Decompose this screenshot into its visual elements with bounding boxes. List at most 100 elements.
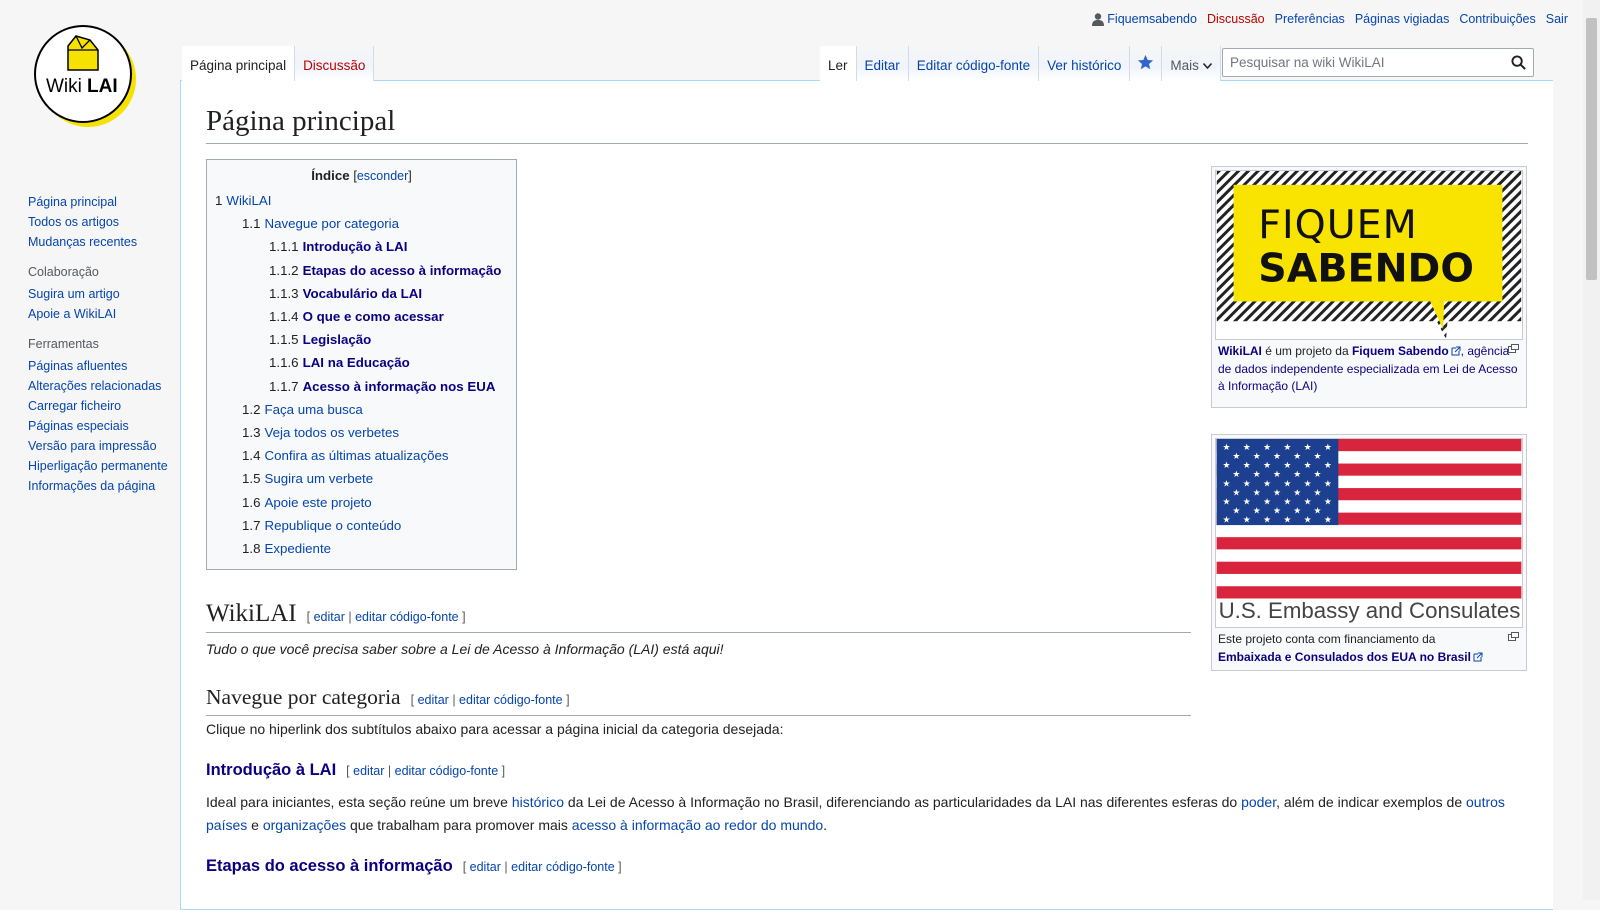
sidebar-tools-item[interactable]: Versão para impressão xyxy=(28,439,178,453)
talk-link[interactable]: Discussão xyxy=(1207,12,1265,26)
toc-link[interactable]: O que e como acessar xyxy=(303,309,444,324)
sidebar-nav-link[interactable]: Página principal xyxy=(28,195,117,209)
sidebar-nav-item[interactable]: Mudanças recentes xyxy=(28,235,178,249)
logout-link[interactable]: Sair xyxy=(1546,12,1568,26)
edit-source-link[interactable]: editar código-fonte xyxy=(511,860,615,874)
toc-link[interactable]: WikiLAI xyxy=(226,193,271,208)
toc-item[interactable]: 1.5 Sugira um verbete xyxy=(215,467,508,490)
toc-link[interactable]: Vocabulário da LAI xyxy=(303,286,422,301)
more-menu[interactable]: Mais xyxy=(1162,46,1221,81)
edit-source-link[interactable]: editar código-fonte xyxy=(459,693,563,707)
sidebar-tools-link[interactable]: Páginas especiais xyxy=(28,419,129,433)
sidebar-nav-item[interactable]: Todos os artigos xyxy=(28,215,178,229)
toc-item[interactable]: 1.1.1 Introdução à LAI xyxy=(215,235,508,258)
caption-wikilai-link[interactable]: WikiLAI xyxy=(1218,344,1262,358)
toc-link[interactable]: Veja todos os verbetes xyxy=(265,425,400,440)
sidebar-tools-item[interactable]: Páginas especiais xyxy=(28,419,178,433)
toc-item[interactable]: 1.1.3 Vocabulário da LAI xyxy=(215,282,508,305)
watch-star[interactable] xyxy=(1130,46,1163,81)
enlarge-icon[interactable] xyxy=(1508,344,1519,353)
subsection-link-etapas[interactable]: Etapas do acesso à informação xyxy=(206,857,453,875)
toc-link[interactable]: Introdução à LAI xyxy=(303,239,408,254)
toc-item[interactable]: 1.6 Apoie este projeto xyxy=(215,491,508,514)
table-of-contents: Índice [esconder] 1 WikiLAI 1.1 Navegue por… xyxy=(206,159,517,570)
toc-item[interactable]: 1.3 Veja todos os verbetes xyxy=(215,421,508,444)
wiki-logo[interactable]: Wiki LAI xyxy=(32,22,142,132)
sidebar-tools-link[interactable]: Informações da página xyxy=(28,479,155,493)
edit-link[interactable]: editar xyxy=(353,764,384,778)
sidebar-tools-item[interactable]: Carregar ficheiro xyxy=(28,399,178,413)
tab-read[interactable]: Ler xyxy=(820,46,857,81)
tab-edit[interactable]: Editar xyxy=(856,46,909,81)
sidebar-nav-link[interactable]: Mudanças recentes xyxy=(28,235,137,249)
link-poder[interactable]: poder xyxy=(1241,794,1276,810)
sidebar-tools-item[interactable]: Hiperligação permanente xyxy=(28,459,178,473)
toc-item[interactable]: 1 WikiLAI xyxy=(215,189,508,212)
watchlist-link[interactable]: Páginas vigiadas xyxy=(1355,12,1450,26)
link-acesso-mundo[interactable]: acesso à informação ao redor do mundo xyxy=(572,817,823,833)
toc-item[interactable]: 1.4 Confira as últimas atualizações xyxy=(215,444,508,467)
contributions-link[interactable]: Contribuições xyxy=(1459,12,1535,26)
sidebar-collab-item[interactable]: Apoie a WikiLAI xyxy=(28,307,178,321)
sidebar-tools-item[interactable]: Alterações relacionadas xyxy=(28,379,178,393)
sidebar-collab-link[interactable]: Sugira um artigo xyxy=(28,287,120,301)
sidebar-tools-link[interactable]: Versão para impressão xyxy=(28,439,157,453)
search-input[interactable] xyxy=(1223,49,1493,76)
fiquem-sabendo-image[interactable]: FIQUEM SABENDO xyxy=(1215,170,1523,340)
sidebar-tools-link[interactable]: Alterações relacionadas xyxy=(28,379,161,393)
page-scrollbar[interactable] xyxy=(1583,0,1600,900)
toc-hide-link[interactable]: esconder xyxy=(357,169,408,183)
sidebar-tools-item[interactable]: Informações da página xyxy=(28,479,178,493)
toc-link[interactable]: Navegue por categoria xyxy=(265,216,400,231)
subsection-link-intro[interactable]: Introdução à LAI xyxy=(206,761,336,779)
toc-link[interactable]: Legislação xyxy=(303,332,372,347)
user-link[interactable]: Fiquemsabendo xyxy=(1107,12,1197,26)
tab-edit-source[interactable]: Editar código-fonte xyxy=(908,46,1040,81)
sidebar-collab-item[interactable]: Sugira um artigo xyxy=(28,287,178,301)
edit-source-link[interactable]: editar código-fonte xyxy=(395,764,499,778)
toc-link[interactable]: Etapas do acesso à informação xyxy=(303,263,502,278)
sidebar-tools-item[interactable]: Páginas afluentes xyxy=(28,359,178,373)
toc-item[interactable]: 1.1.4 O que e como acessar xyxy=(215,305,508,328)
edit-source-link[interactable]: editar código-fonte xyxy=(355,610,459,624)
sidebar-tools-link[interactable]: Hiperligação permanente xyxy=(28,459,168,473)
toc-link[interactable]: Confira as últimas atualizações xyxy=(265,448,449,463)
search-icon[interactable] xyxy=(1511,55,1526,70)
toc-link[interactable]: Sugira um verbete xyxy=(265,471,374,486)
toc-item[interactable]: 1.1 Navegue por categoria xyxy=(215,212,508,235)
tab-history[interactable]: Ver histórico xyxy=(1039,46,1131,81)
link-historico[interactable]: histórico xyxy=(512,794,564,810)
toc-item[interactable]: 1.1.6 LAI na Educação xyxy=(215,351,508,374)
toc-item[interactable]: 1.1.5 Legislação xyxy=(215,328,508,351)
toc-link[interactable]: Expediente xyxy=(265,541,332,556)
edit-link[interactable]: editar xyxy=(470,860,501,874)
link-organizacoes[interactable]: organizações xyxy=(263,817,346,833)
edit-link[interactable]: editar xyxy=(418,693,449,707)
flag-star: ★ xyxy=(1304,498,1312,508)
toc-link[interactable]: Republique o conteúdo xyxy=(265,518,402,533)
personal-user[interactable]: Fiquemsabendo xyxy=(1092,12,1197,26)
toc-link[interactable]: Apoie este projeto xyxy=(265,495,372,510)
toc-link[interactable]: LAI na Educação xyxy=(303,355,410,370)
toc-hide-toggle[interactable]: [esconder] xyxy=(353,169,411,183)
toc-item[interactable]: 1.1.2 Etapas do acesso à informação xyxy=(215,259,508,282)
tab-main-page[interactable]: Página principal xyxy=(182,46,296,81)
sidebar-collab-link[interactable]: Apoie a WikiLAI xyxy=(28,307,116,321)
toc-item[interactable]: 1.8 Expediente xyxy=(215,537,508,560)
edit-link[interactable]: editar xyxy=(314,610,345,624)
sidebar-tools-link[interactable]: Páginas afluentes xyxy=(28,359,127,373)
toc-link[interactable]: Acesso à informação nos EUA xyxy=(303,379,496,394)
toc-item[interactable]: 1.2 Faça uma busca xyxy=(215,398,508,421)
toc-link[interactable]: Faça uma busca xyxy=(265,402,363,417)
us-flag-image[interactable]: ★ ★ ★ ★ ★ ★★ ★ ★ ★ ★★ ★ ★ ★ ★ ★★ ★ ★ ★ ★★ ★ ★ ★ ★ ★★ ★ ★ ★ ★★ ★ ★ ★ ★ ★★… xyxy=(1215,438,1523,628)
page-title: Página principal xyxy=(206,103,1528,144)
caption-fiquem-sabendo-link[interactable]: Fiquem Sabendo xyxy=(1352,344,1449,358)
sidebar-nav-link[interactable]: Todos os artigos xyxy=(28,215,119,229)
preferences-link[interactable]: Preferências xyxy=(1275,12,1345,26)
toc-item[interactable]: 1.7 Republique o conteúdo xyxy=(215,514,508,537)
toc-item[interactable]: 1.1.7 Acesso à informação nos EUA xyxy=(215,375,508,398)
scrollbar-thumb[interactable] xyxy=(1586,18,1597,280)
tab-talk[interactable]: Discussão xyxy=(295,46,375,81)
sidebar-nav-item[interactable]: Página principal xyxy=(28,195,178,209)
sidebar-tools-link[interactable]: Carregar ficheiro xyxy=(28,399,121,413)
